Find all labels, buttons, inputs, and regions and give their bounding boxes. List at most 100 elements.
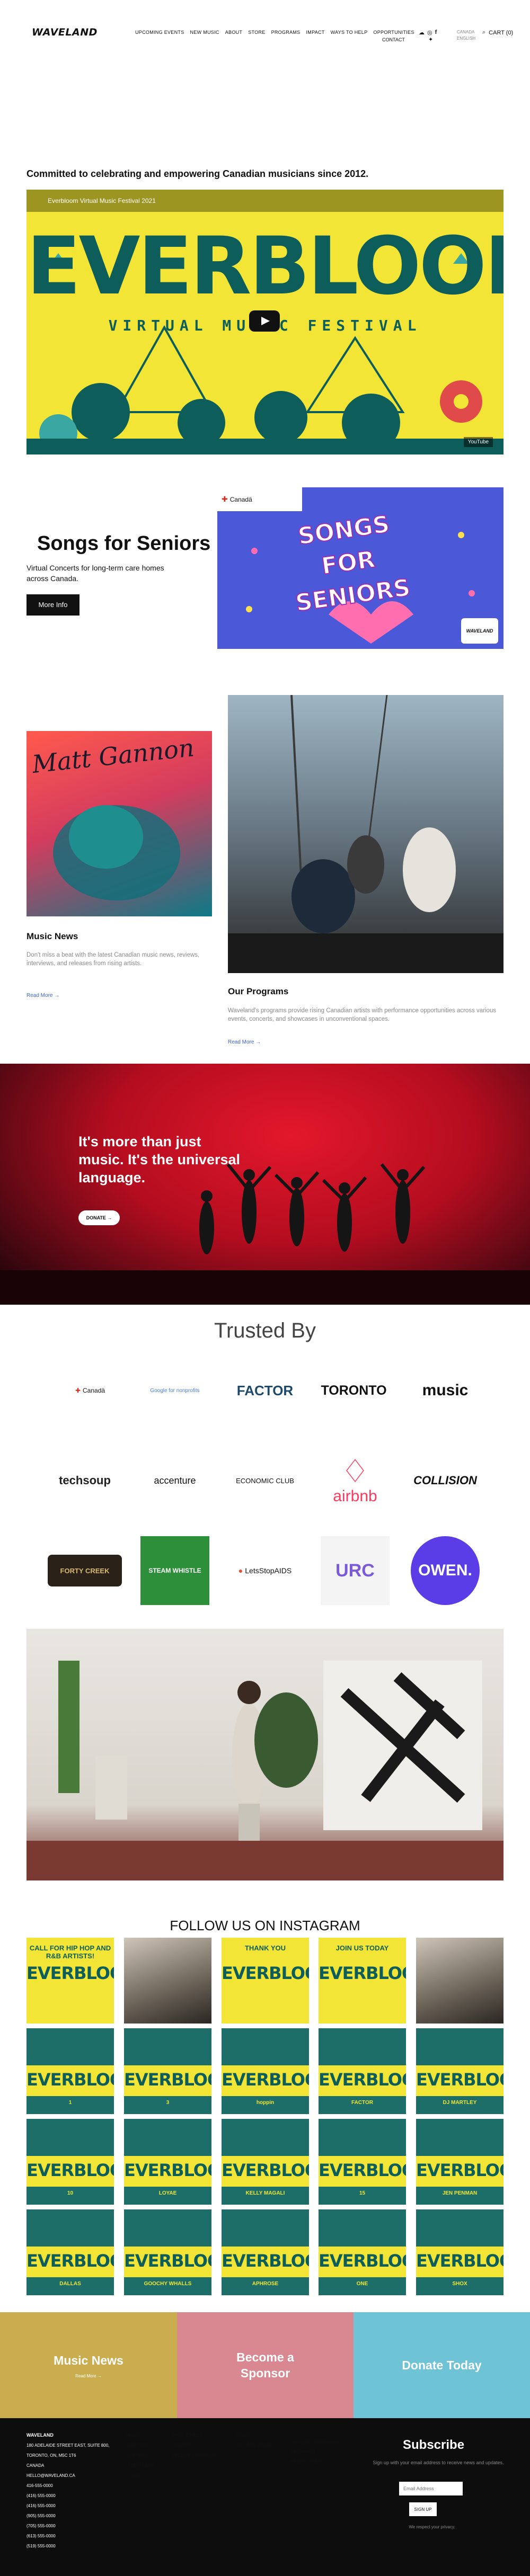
donate-button[interactable]: DONATE →: [78, 1210, 120, 1225]
instagram-post[interactable]: EVERBLOOM 15: [319, 2119, 406, 2205]
nav-new-music[interactable]: NEW MUSIC: [190, 30, 219, 35]
site-logo[interactable]: WAVELAND: [32, 26, 98, 38]
instagram-post[interactable]: EVERBLOOM JEN PENMAN: [416, 2119, 504, 2205]
nav-contact[interactable]: CONTACT: [382, 37, 405, 42]
cta-music-news[interactable]: Music News Read More →: [0, 2312, 177, 2418]
instagram-post[interactable]: EVERBLOOM KELLY MAGALI: [222, 2119, 309, 2205]
nav-opportunities[interactable]: OPPORTUNITIES: [373, 30, 414, 35]
banner-heading: It's more than just music. It's the univ…: [78, 1134, 241, 1186]
instagram-post-caption: 15: [359, 2190, 366, 2196]
instagram-post[interactable]: [416, 1938, 504, 2024]
instagram-post-headline: EVERBLOOM: [222, 2160, 309, 2180]
programs-image[interactable]: [228, 695, 504, 973]
instagram-post-headline: EVERBLOOM: [26, 1963, 114, 1983]
instagram-icon[interactable]: ◎: [427, 29, 432, 36]
footer-link[interactable]: CONTACT: [126, 2471, 155, 2481]
footer-col-help: WAYS TO HELP DONATE BECOME A SPONSOR: [172, 2430, 217, 2461]
footer-link[interactable]: PROGRAMS: [290, 2447, 338, 2457]
cta-music-news-title[interactable]: Music News: [54, 2352, 123, 2368]
video-player[interactable]: Everbloom Virtual Music Festival 2021 EV…: [26, 190, 504, 454]
instagram-post[interactable]: EVERBLOOM APHROSE: [222, 2209, 309, 2295]
video-title[interactable]: Everbloom Virtual Music Festival 2021: [48, 197, 156, 204]
footer-link[interactable]: SUCCESS STORIES: [235, 2440, 275, 2450]
instagram-post[interactable]: EVERBLOOM ONE: [319, 2209, 406, 2295]
nav-upcoming-events[interactable]: UPCOMING EVENTS: [135, 30, 184, 35]
cart-label[interactable]: CART (0): [489, 30, 513, 36]
signup-button[interactable]: SIGN UP: [409, 2502, 437, 2516]
footer-link[interactable]: IMPACT: [235, 2430, 275, 2440]
instagram-post-caption: ONE: [356, 2281, 368, 2287]
cart-button[interactable]: ⌕ CART (0): [482, 29, 513, 36]
instagram-post-caption: 1: [68, 2100, 72, 2106]
instagram-post-caption: APHROSE: [252, 2281, 279, 2287]
cta-music-news-link[interactable]: Read More →: [75, 2374, 102, 2378]
instagram-post-headline: EVERBLOOM: [416, 2160, 504, 2180]
instagram-post-caption: DALLAS: [59, 2281, 81, 2287]
footer-link[interactable]: OUR VISION: [126, 2440, 155, 2450]
instagram-post[interactable]: EVERBLOOM CALL FOR HIP HOP AND R&B ARTIST…: [26, 1938, 114, 2024]
search-icon[interactable]: ⌕: [482, 29, 485, 36]
footer-link[interactable]: PLAYLIST SUBMISSION: [290, 2437, 338, 2447]
programs-title[interactable]: Our Programs: [228, 986, 288, 997]
logo-techsoup: techsoup: [59, 1474, 111, 1487]
instagram-post[interactable]: EVERBLOOM 3: [124, 2028, 211, 2114]
cta-become-sponsor[interactable]: Become a Sponsor: [177, 2312, 354, 2418]
logo-canadian-heritage: ✚ Canadä: [75, 1387, 105, 1394]
instagram-post[interactable]: EVERBLOOM FACTOR: [319, 2028, 406, 2114]
instagram-post[interactable]: EVERBLOOM DJ MARTLEY: [416, 2028, 504, 2114]
instagram-post[interactable]: [124, 1938, 211, 2024]
twitter-icon[interactable]: ✦: [428, 36, 433, 43]
instagram-post-headline: EVERBLOOM: [222, 2070, 309, 2090]
songs-for-seniors-title: Songs for Seniors: [37, 532, 211, 555]
facebook-icon[interactable]: f: [435, 29, 437, 36]
nav-ways-to-help[interactable]: WAYS TO HELP: [331, 30, 368, 35]
cloud-icon[interactable]: ☁: [419, 29, 425, 36]
video-headline: EVERBLOOM: [26, 220, 504, 313]
programs-read-more[interactable]: Read More →: [228, 1039, 261, 1045]
nav-impact[interactable]: IMPACT: [306, 30, 324, 35]
locale-selector[interactable]: CANADA ENGLISH: [457, 29, 475, 42]
instagram-post[interactable]: EVERBLOOM LOYAE: [124, 2119, 211, 2205]
instagram-post[interactable]: EVERBLOOM 10: [26, 2119, 114, 2205]
nav-programs[interactable]: PROGRAMS: [271, 30, 301, 35]
ribbon-icon: ●: [238, 1566, 243, 1575]
play-button[interactable]: [249, 310, 280, 332]
instagram-post[interactable]: EVERBLOOM SHOX: [416, 2209, 504, 2295]
footer-contact: WAVELAND 180 ADELAIDE STREET EAST, SUITE…: [26, 2430, 109, 2551]
footer-link[interactable]: ABOUT: [126, 2430, 155, 2440]
youtube-badge[interactable]: YouTube: [463, 437, 493, 447]
instagram-post[interactable]: EVERBLOOM GOOCHY WHALLS: [124, 2209, 211, 2295]
footer-col-impact: IMPACT SUCCESS STORIES: [235, 2430, 275, 2450]
nav-store[interactable]: STORE: [248, 30, 265, 35]
subscribe-text: Sign up with your email address to recei…: [373, 2460, 504, 2465]
footer-link[interactable]: OUR TEAM: [126, 2450, 155, 2461]
footer-link[interactable]: WAYS TO HELP: [172, 2430, 217, 2440]
songs-for-seniors-graphic: ✚ Canadä SONGS FOR SENIORS WAVELAND: [217, 487, 504, 649]
instagram-post-headline: EVERBLOOM: [26, 2160, 114, 2180]
footer-email[interactable]: HELLO@WAVELAND.CA: [26, 2471, 109, 2481]
music-news-title[interactable]: Music News: [26, 931, 78, 942]
instagram-post[interactable]: EVERBLOOM 1: [26, 2028, 114, 2114]
nav-about[interactable]: ABOUT: [225, 30, 243, 35]
instagram-post[interactable]: EVERBLOOM hoppin: [222, 2028, 309, 2114]
footer-link[interactable]: LATEST NEWS: [126, 2461, 155, 2471]
instagram-post[interactable]: EVERBLOOM THANK YOU: [222, 1938, 309, 2024]
music-news-image[interactable]: Matt Gannon: [26, 731, 212, 916]
instagram-post-headline: EVERBLOOM: [222, 2251, 309, 2271]
cta-donate-title[interactable]: Donate Today: [402, 2357, 481, 2373]
more-info-button[interactable]: More Info: [26, 594, 80, 616]
music-news-read-more[interactable]: Read More →: [26, 993, 59, 999]
artist-photo: [26, 1629, 504, 1880]
instagram-post[interactable]: EVERBLOOM JOIN US TODAY: [319, 1938, 406, 2024]
trusted-by-title: Trusted By: [214, 1319, 316, 1342]
footer-link[interactable]: BECOME A SPONSOR: [172, 2450, 217, 2461]
instagram-post-caption: DJ MARTLEY: [443, 2100, 477, 2106]
cta-sponsor-title[interactable]: Become a Sponsor: [226, 2349, 305, 2381]
email-field[interactable]: [399, 2482, 463, 2495]
footer-link[interactable]: DONATE: [172, 2440, 217, 2450]
footer-link[interactable]: PRIVACY POLICY: [290, 2457, 338, 2467]
logo-steam-whistle: STEAM WHISTLE: [140, 1536, 209, 1605]
cta-donate[interactable]: Donate Today: [354, 2312, 530, 2418]
waveland-badge: WAVELAND: [461, 618, 498, 644]
instagram-post[interactable]: EVERBLOOM DALLAS: [26, 2209, 114, 2295]
